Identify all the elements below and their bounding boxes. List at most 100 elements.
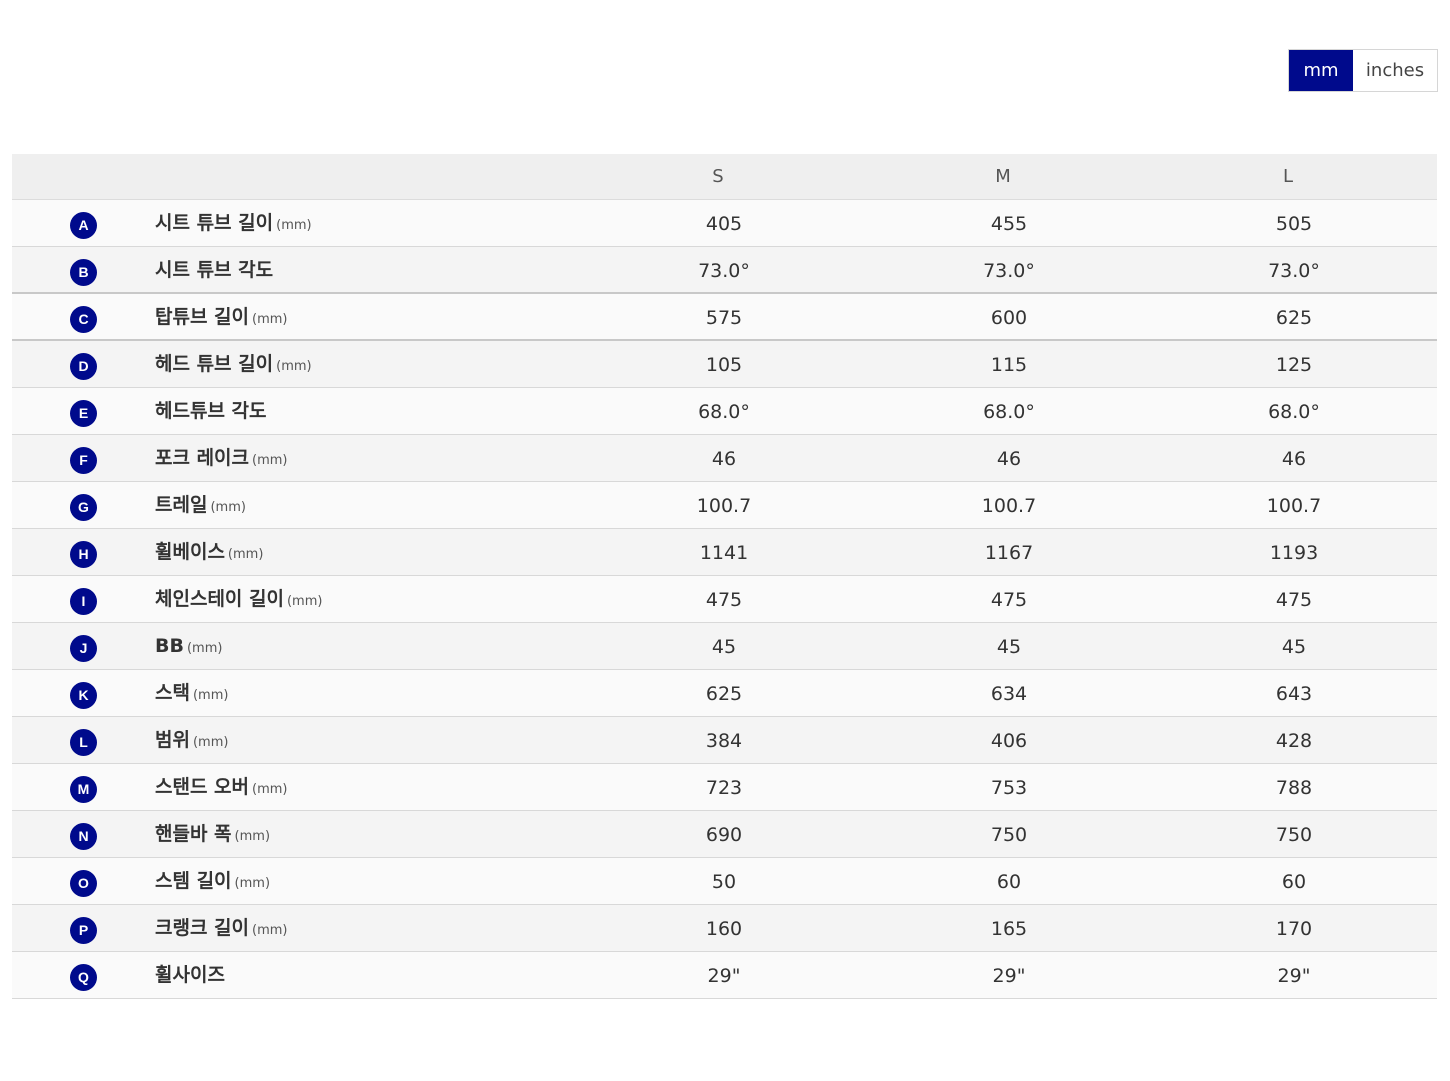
table-row: J BB (mm) 45 45 45 bbox=[12, 623, 1437, 670]
row-value-m: 406 bbox=[990, 730, 1028, 752]
row-value-s: 73.0° bbox=[698, 260, 750, 282]
row-unit: (mm) bbox=[252, 923, 288, 938]
row-label-text: 스탠드 오버 bbox=[155, 776, 250, 798]
row-label: 범위 (mm) bbox=[155, 717, 228, 763]
row-value-l: 1193 bbox=[1269, 542, 1319, 564]
row-key-badge: G bbox=[70, 494, 97, 521]
row-key-badge: C bbox=[70, 306, 97, 333]
row-label-text: 범위 bbox=[155, 729, 190, 751]
row-value-s: 1141 bbox=[699, 542, 749, 564]
row-unit: (mm) bbox=[210, 500, 246, 515]
row-label: 헤드튜브 각도 bbox=[155, 388, 267, 434]
row-value-l: 505 bbox=[1275, 213, 1313, 235]
table-row: P 크랭크 길이 (mm) 160 165 170 bbox=[12, 905, 1437, 952]
row-value-m: 115 bbox=[990, 354, 1028, 376]
table-body: A 시트 튜브 길이 (mm) 405 455 505 B 시트 튜브 각도 73.0° 73.0… bbox=[12, 200, 1437, 999]
table-row: I 체인스테이 길이 (mm) 475 475 475 bbox=[12, 576, 1437, 623]
row-value-s: 160 bbox=[705, 918, 743, 940]
row-key-badge: M bbox=[70, 776, 97, 803]
table-row: B 시트 튜브 각도 73.0° 73.0° 73.0° bbox=[12, 247, 1437, 294]
row-unit: (mm) bbox=[192, 735, 229, 750]
row-unit: (mm) bbox=[186, 641, 223, 656]
row-label: 탑튜브 길이 (mm) bbox=[155, 294, 288, 340]
row-label-text: 체인스테이 길이 bbox=[155, 588, 284, 610]
unit-mm-button[interactable]: mm bbox=[1289, 50, 1353, 91]
row-label-text: BB bbox=[155, 635, 184, 657]
unit-inches-button[interactable]: inches bbox=[1353, 50, 1437, 91]
row-value-m: 634 bbox=[990, 683, 1028, 705]
row-label-text: 시트 튜브 길이 bbox=[155, 212, 274, 234]
row-unit: (mm) bbox=[234, 829, 271, 844]
row-label: 시트 튜브 각도 bbox=[155, 247, 273, 293]
row-key-badge: H bbox=[70, 541, 97, 568]
row-key-badge: B bbox=[70, 259, 97, 286]
row-unit: (mm) bbox=[252, 312, 288, 327]
row-value-m: 753 bbox=[990, 777, 1028, 799]
row-unit: (mm) bbox=[252, 453, 288, 468]
table-row: E 헤드튜브 각도 68.0° 68.0° 68.0° bbox=[12, 388, 1437, 435]
row-unit: (mm) bbox=[234, 876, 271, 891]
table-row: D 헤드 튜브 길이 (mm) 105 115 125 bbox=[12, 341, 1437, 388]
row-unit: (mm) bbox=[192, 688, 229, 703]
row-value-m: 750 bbox=[990, 824, 1028, 846]
row-value-l: 46 bbox=[1281, 448, 1307, 470]
row-label-text: 탑튜브 길이 bbox=[155, 306, 250, 328]
row-value-l: 428 bbox=[1275, 730, 1313, 752]
row-key-badge: D bbox=[70, 353, 97, 380]
row-value-l: 788 bbox=[1275, 777, 1313, 799]
row-unit: (mm) bbox=[276, 218, 312, 233]
row-value-s: 475 bbox=[705, 589, 743, 611]
table-row: A 시트 튜브 길이 (mm) 405 455 505 bbox=[12, 200, 1437, 247]
row-value-l: 73.0° bbox=[1268, 260, 1320, 282]
row-value-m: 46 bbox=[996, 448, 1022, 470]
row-value-m: 100.7 bbox=[981, 495, 1037, 517]
row-value-m: 45 bbox=[996, 636, 1022, 658]
row-unit: (mm) bbox=[276, 359, 312, 374]
row-value-m: 165 bbox=[990, 918, 1028, 940]
row-label-text: 크랭크 길이 bbox=[155, 917, 250, 939]
row-label-text: 스택 bbox=[155, 682, 190, 704]
row-value-s: 723 bbox=[705, 777, 743, 799]
row-value-m: 68.0° bbox=[983, 401, 1035, 423]
row-label-text: 스템 길이 bbox=[155, 870, 232, 892]
row-value-s: 100.7 bbox=[696, 495, 752, 517]
table-row: G 트레일 (mm) 100.7 100.7 100.7 bbox=[12, 482, 1437, 529]
row-value-l: 170 bbox=[1275, 918, 1313, 940]
row-value-s: 50 bbox=[711, 871, 737, 893]
row-value-m: 29" bbox=[992, 965, 1026, 987]
row-label-text: 트레일 bbox=[155, 494, 208, 516]
row-value-l: 29" bbox=[1277, 965, 1311, 987]
row-label: 스템 길이 (mm) bbox=[155, 858, 270, 904]
row-key-badge: P bbox=[70, 917, 97, 944]
row-value-l: 125 bbox=[1275, 354, 1313, 376]
row-label: 휠베이스 (mm) bbox=[155, 529, 263, 575]
row-value-s: 575 bbox=[705, 307, 743, 329]
row-unit: (mm) bbox=[227, 547, 264, 562]
table-header: S M L bbox=[12, 154, 1437, 200]
row-key-badge: F bbox=[70, 447, 97, 474]
row-value-s: 68.0° bbox=[698, 401, 750, 423]
row-value-m: 73.0° bbox=[983, 260, 1035, 282]
row-value-l: 625 bbox=[1275, 307, 1313, 329]
table-row: Q 휠사이즈 29" 29" 29" bbox=[12, 952, 1437, 999]
row-key-badge: N bbox=[70, 823, 97, 850]
row-value-m: 600 bbox=[990, 307, 1028, 329]
row-key-badge: K bbox=[70, 682, 97, 709]
row-value-m: 1167 bbox=[984, 542, 1034, 564]
row-unit: (mm) bbox=[286, 594, 323, 609]
row-label-text: 포크 레이크 bbox=[155, 447, 250, 469]
row-label-text: 헤드튜브 각도 bbox=[155, 400, 267, 422]
row-value-l: 475 bbox=[1275, 589, 1313, 611]
row-key-badge: E bbox=[70, 400, 97, 427]
row-label-text: 헤드 튜브 길이 bbox=[155, 353, 274, 375]
row-value-l: 60 bbox=[1281, 871, 1307, 893]
row-label-text: 휠사이즈 bbox=[155, 964, 225, 986]
row-value-s: 29" bbox=[707, 965, 741, 987]
column-header-m: M bbox=[995, 166, 1011, 187]
row-value-s: 45 bbox=[711, 636, 737, 658]
row-value-l: 45 bbox=[1281, 636, 1307, 658]
row-key-badge: A bbox=[70, 212, 97, 239]
row-value-l: 643 bbox=[1275, 683, 1313, 705]
row-label: 포크 레이크 (mm) bbox=[155, 435, 288, 481]
row-key-badge: O bbox=[70, 870, 97, 897]
